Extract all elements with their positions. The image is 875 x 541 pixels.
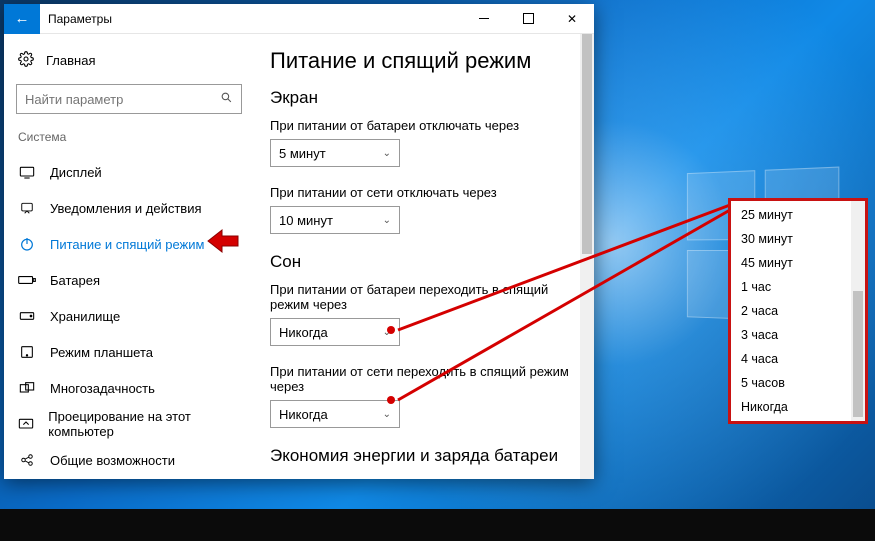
display-icon	[18, 165, 36, 179]
sleep-ac-select[interactable]: Никогда ⌄	[270, 400, 400, 428]
sidebar: Главная Система Дисплей Уведомления и де…	[4, 34, 254, 479]
dropdown-list: 25 минут 30 минут 45 минут 1 час 2 часа …	[731, 201, 851, 421]
dropdown-scrollbar[interactable]	[851, 201, 865, 421]
screen-ac-label: При питании от сети отключать через	[270, 185, 576, 200]
sidebar-home[interactable]: Главная	[4, 42, 254, 78]
annotation-arrow-icon	[206, 228, 240, 254]
dropdown-option[interactable]: 3 часа	[731, 323, 851, 347]
sidebar-item-label: Дисплей	[50, 165, 102, 180]
sidebar-item-label: Режим планшета	[50, 345, 153, 360]
scrollbar-thumb[interactable]	[582, 34, 592, 254]
multitasking-icon	[18, 381, 36, 395]
screen-battery-value: 5 минут	[279, 146, 326, 161]
sidebar-item-battery[interactable]: Батарея	[4, 262, 254, 298]
close-button[interactable]: ✕	[550, 4, 594, 34]
screen-battery-label: При питании от батареи отключать через	[270, 118, 576, 133]
screen-heading: Экран	[270, 88, 576, 108]
battery-icon	[18, 274, 36, 286]
chevron-down-icon: ⌄	[383, 327, 391, 338]
storage-icon	[18, 310, 36, 322]
saving-heading: Экономия энергии и заряда батареи	[270, 446, 576, 466]
settings-window: ← Параметры ✕ Главная Система	[4, 4, 594, 479]
search-input[interactable]	[25, 92, 220, 107]
power-icon	[18, 236, 36, 252]
sidebar-item-label: Общие возможности	[50, 453, 175, 468]
titlebar: ← Параметры ✕	[4, 4, 594, 34]
sleep-battery-select[interactable]: Никогда ⌄	[270, 318, 400, 346]
back-button[interactable]: ←	[4, 4, 40, 34]
sleep-heading: Сон	[270, 252, 576, 272]
dropdown-option[interactable]: Никогда	[731, 395, 851, 419]
search-box[interactable]	[16, 84, 242, 114]
sidebar-item-multitasking[interactable]: Многозадачность	[4, 370, 254, 406]
sidebar-item-shared-experiences[interactable]: Общие возможности	[4, 442, 254, 471]
content-scrollbar[interactable]	[580, 34, 594, 479]
screen-ac-value: 10 минут	[279, 213, 333, 228]
sidebar-item-notifications[interactable]: Уведомления и действия	[4, 190, 254, 226]
section-label: Система	[4, 124, 254, 154]
sidebar-item-label: Питание и спящий режим	[50, 237, 204, 252]
home-label: Главная	[46, 53, 95, 68]
content-pane: Питание и спящий режим Экран При питании…	[254, 34, 594, 479]
share-icon	[18, 453, 36, 467]
projecting-icon	[18, 417, 34, 431]
sleep-battery-value: Никогда	[279, 325, 328, 340]
window-title: Параметры	[40, 12, 462, 26]
sleep-battery-label: При питании от батареи переходить в спящ…	[270, 282, 576, 312]
taskbar[interactable]	[0, 509, 875, 541]
dropdown-option[interactable]: 4 часа	[731, 347, 851, 371]
arrow-left-icon: ←	[15, 10, 30, 27]
tablet-icon	[18, 345, 36, 359]
chevron-down-icon: ⌄	[383, 148, 391, 159]
maximize-button[interactable]	[506, 4, 550, 34]
screen-battery-select[interactable]: 5 минут ⌄	[270, 139, 400, 167]
sidebar-item-label: Многозадачность	[50, 381, 155, 396]
sleep-ac-value: Никогда	[279, 407, 328, 422]
dropdown-option[interactable]: 45 минут	[731, 251, 851, 275]
dropdown-popup: 25 минут 30 минут 45 минут 1 час 2 часа …	[728, 198, 868, 424]
search-icon	[220, 91, 233, 107]
sidebar-item-label: Батарея	[50, 273, 100, 288]
sleep-ac-label: При питании от сети переходить в спящий …	[270, 364, 576, 394]
sidebar-item-label: Хранилище	[50, 309, 120, 324]
minimize-button[interactable]	[462, 4, 506, 34]
sidebar-item-projecting[interactable]: Проецирование на этот компьютер	[4, 406, 254, 442]
screen-ac-select[interactable]: 10 минут ⌄	[270, 206, 400, 234]
sidebar-item-storage[interactable]: Хранилище	[4, 298, 254, 334]
notification-icon	[18, 201, 36, 215]
sidebar-item-tablet-mode[interactable]: Режим планшета	[4, 334, 254, 370]
chevron-down-icon: ⌄	[383, 215, 391, 226]
dropdown-option[interactable]: 2 часа	[731, 299, 851, 323]
gear-icon	[18, 51, 34, 70]
chevron-down-icon: ⌄	[383, 409, 391, 420]
sidebar-item-label: Проецирование на этот компьютер	[48, 409, 240, 439]
page-title: Питание и спящий режим	[270, 48, 576, 74]
sidebar-item-label: Уведомления и действия	[50, 201, 202, 216]
dropdown-option[interactable]: 30 минут	[731, 227, 851, 251]
scrollbar-thumb[interactable]	[853, 291, 863, 417]
dropdown-option[interactable]: 5 часов	[731, 371, 851, 395]
sidebar-item-display[interactable]: Дисплей	[4, 154, 254, 190]
dropdown-option[interactable]: 1 час	[731, 275, 851, 299]
dropdown-option[interactable]: 25 минут	[731, 203, 851, 227]
